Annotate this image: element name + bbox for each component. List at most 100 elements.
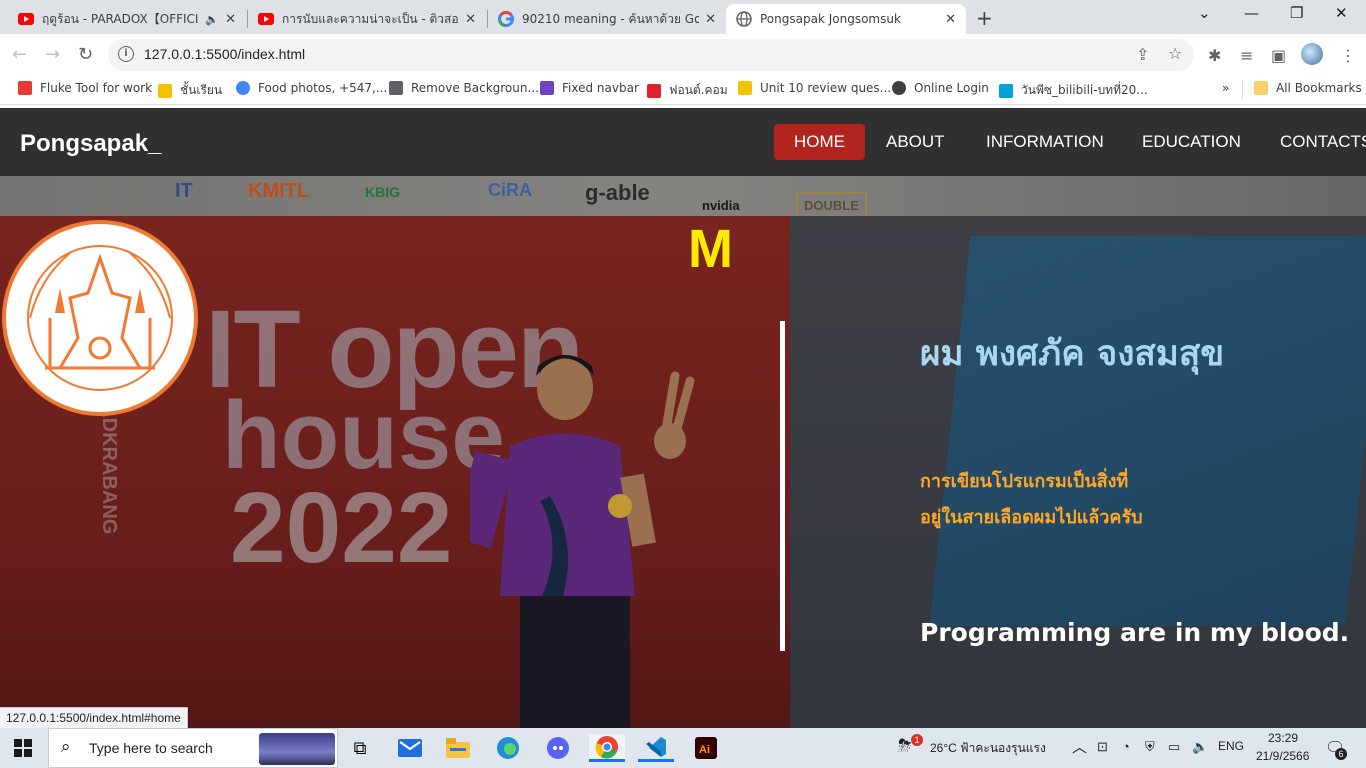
kmitl-seal-logo bbox=[2, 220, 198, 416]
extensions-icon[interactable]: ✱ bbox=[1208, 46, 1221, 65]
volume-icon[interactable]: 🔈 bbox=[1192, 739, 1208, 755]
youtube-icon bbox=[258, 11, 274, 27]
tab-title: การนับและความน่าจะเป็น - ติวสอบไฟฟ bbox=[282, 11, 459, 26]
browser-tab-strip: ฤดูร้อน - PARADOX【OFFICIAL 🔈 ✕ การนับและ… bbox=[0, 0, 1366, 34]
bookmark-item[interactable]: Food photos, +547,... bbox=[236, 81, 387, 95]
nav-information[interactable]: INFORMATION bbox=[966, 124, 1124, 160]
clock-time[interactable]: 23:29 bbox=[1268, 731, 1298, 745]
bookmark-item[interactable]: ฟอนต์.คอม bbox=[647, 81, 728, 100]
close-tab-icon[interactable]: ✕ bbox=[465, 12, 476, 27]
tab-search-chevron-icon[interactable]: ⌄ bbox=[1198, 4, 1211, 22]
browser-tab-active[interactable]: Pongsapak Jongsomsuk ✕ bbox=[726, 4, 966, 34]
bookmark-item[interactable]: ชั้นเรียน bbox=[158, 81, 222, 100]
search-highlight-image bbox=[259, 733, 335, 765]
tab-title: 90210 meaning - ค้นหาด้วย Google bbox=[522, 11, 700, 26]
weather-text[interactable]: 26°C ฟ้าคะนองรุนแรง bbox=[930, 739, 1046, 758]
notification-count: 6 bbox=[1335, 748, 1347, 760]
nav-about[interactable]: ABOUT bbox=[866, 124, 965, 160]
weather-icon[interactable]: ⛈ bbox=[898, 736, 912, 756]
globe-icon bbox=[736, 11, 752, 27]
close-tab-icon[interactable]: ✕ bbox=[945, 12, 956, 27]
nav-education[interactable]: EDUCATION bbox=[1122, 124, 1261, 160]
address-url[interactable]: 127.0.0.1:5500/index.html bbox=[144, 46, 305, 62]
browser-tab[interactable]: 90210 meaning - ค้นหาด้วย Google ✕ bbox=[488, 4, 726, 34]
clock-date[interactable]: 21/9/2566 bbox=[1256, 749, 1309, 763]
minimize-button[interactable]: — bbox=[1244, 4, 1259, 22]
bookmark-favicon-icon bbox=[738, 81, 752, 95]
file-explorer-icon[interactable] bbox=[440, 734, 476, 762]
link-status-bubble: 127.0.0.1:5500/index.html#home bbox=[0, 707, 188, 730]
restore-button[interactable]: ❐ bbox=[1290, 4, 1303, 22]
bookmark-favicon-icon bbox=[158, 83, 172, 98]
site-brand[interactable]: Pongsapak_ bbox=[20, 130, 161, 158]
back-button[interactable]: ← bbox=[12, 44, 27, 65]
search-placeholder: Type here to search bbox=[89, 740, 213, 756]
site-info-icon[interactable]: i bbox=[118, 46, 134, 62]
menu-kebab-icon[interactable]: ⋮ bbox=[1340, 46, 1356, 65]
discord-icon[interactable] bbox=[540, 734, 576, 762]
hero-quote-thai: การเขียนโปรแกรมเป็นสิ่งที่ อยู่ในสายเลือ… bbox=[920, 464, 1143, 536]
svg-text:Ai: Ai bbox=[699, 744, 710, 756]
bookmark-star-icon[interactable]: ☆ bbox=[1168, 44, 1182, 63]
side-panel-icon[interactable]: ▣ bbox=[1271, 46, 1286, 65]
vscode-icon[interactable] bbox=[638, 734, 674, 762]
close-window-button[interactable]: ✕ bbox=[1335, 4, 1348, 22]
close-tab-icon[interactable]: ✕ bbox=[225, 12, 236, 27]
tab-title: Pongsapak Jongsomsuk bbox=[760, 12, 901, 26]
profile-avatar[interactable] bbox=[1301, 43, 1323, 65]
bookmark-item[interactable]: วันพีซ_bilibili-บทที่20... bbox=[999, 81, 1148, 100]
hero-name-thai: ผม พงศภัค จงสมสุข bbox=[920, 334, 1225, 374]
chrome-icon[interactable] bbox=[589, 734, 625, 762]
illustrator-icon[interactable]: Ai bbox=[688, 734, 724, 762]
security-icon[interactable]: ⛨ bbox=[1145, 739, 1155, 755]
m-letter-decoration: M bbox=[688, 219, 733, 279]
hero-quote-english: Programming are in my blood. bbox=[920, 618, 1350, 647]
address-bar[interactable]: i 127.0.0.1:5500/index.html ⇪ ☆ bbox=[108, 39, 1194, 71]
wifi-icon[interactable]: ◔ bbox=[1122, 739, 1130, 754]
browser-tab[interactable]: ฤดูร้อน - PARADOX【OFFICIAL 🔈 ✕ bbox=[8, 4, 246, 34]
close-tab-icon[interactable]: ✕ bbox=[705, 12, 716, 27]
bookmark-favicon-icon bbox=[540, 81, 554, 95]
bookmark-favicon-icon bbox=[999, 83, 1013, 98]
taskbar-search-box[interactable]: ⌕ Type here to search bbox=[48, 728, 338, 768]
share-icon[interactable]: ⇪ bbox=[1136, 45, 1149, 64]
forward-button[interactable]: → bbox=[45, 44, 60, 65]
windows-taskbar: ⌕ Type here to search ⧉ Ai ⛈ 1 26°C ฟ้าค… bbox=[0, 728, 1366, 768]
mail-app-icon[interactable] bbox=[392, 734, 428, 762]
bookmarks-bar: Fluke Tool for work ชั้นเรียน Food photo… bbox=[0, 76, 1366, 105]
bookmark-favicon-icon bbox=[389, 81, 403, 95]
more-bookmarks-chevron-icon[interactable]: » bbox=[1222, 81, 1229, 95]
site-navbar: Pongsapak_ HOME ABOUT INFORMATION EDUCAT… bbox=[0, 108, 1366, 176]
bookmark-item[interactable]: Unit 10 review ques... bbox=[738, 81, 891, 95]
bookmark-divider bbox=[1242, 81, 1243, 99]
reload-button[interactable]: ↻ bbox=[78, 44, 93, 65]
bookmark-item[interactable]: Online Login bbox=[892, 81, 989, 95]
meet-now-icon[interactable]: ⊡ bbox=[1097, 739, 1108, 755]
bookmark-favicon-icon bbox=[236, 81, 250, 95]
bookmark-item[interactable]: Remove Backgroun... bbox=[389, 81, 539, 95]
browser-toolbar: ← → ↻ i 127.0.0.1:5500/index.html ⇪ ☆ ✱ … bbox=[0, 34, 1366, 76]
media-control-icon[interactable]: ≡ bbox=[1240, 46, 1253, 65]
input-language[interactable]: ENG bbox=[1218, 739, 1244, 753]
task-view-icon[interactable]: ⧉ bbox=[342, 734, 378, 762]
new-tab-button[interactable]: + bbox=[976, 6, 993, 30]
bookmark-item[interactable]: Fixed navbar bbox=[540, 81, 639, 95]
speaker-icon[interactable]: 🔈 bbox=[205, 13, 219, 26]
web-page: IT KMITL KBIG CiRA g-able nvidia DOUBLE … bbox=[0, 108, 1366, 728]
quote-line: อยู่ในสายเลือดผมไปแล้วครับ bbox=[920, 507, 1143, 528]
google-icon bbox=[498, 11, 514, 27]
weather-badge: 1 bbox=[911, 734, 923, 746]
browser-tab[interactable]: การนับและความน่าจะเป็น - ติวสอบไฟฟ ✕ bbox=[248, 4, 486, 34]
nav-home[interactable]: HOME bbox=[774, 124, 865, 160]
bookmark-favicon-icon bbox=[18, 81, 32, 95]
tab-title: ฤดูร้อน - PARADOX【OFFICIAL bbox=[42, 11, 200, 26]
battery-icon[interactable]: ▭ bbox=[1168, 739, 1180, 755]
show-hidden-icons-chevron-icon[interactable]: ︿ bbox=[1072, 736, 1087, 757]
bookmark-item[interactable]: Fluke Tool for work bbox=[18, 81, 152, 95]
nav-contacts[interactable]: CONTACTS bbox=[1260, 124, 1366, 160]
search-icon: ⌕ bbox=[61, 737, 71, 757]
edge-browser-icon[interactable] bbox=[490, 734, 526, 762]
quote-line: การเขียนโปรแกรมเป็นสิ่งที่ bbox=[920, 471, 1129, 492]
all-bookmarks-folder[interactable]: All Bookmarks bbox=[1254, 81, 1362, 95]
windows-start-icon[interactable] bbox=[14, 739, 32, 761]
